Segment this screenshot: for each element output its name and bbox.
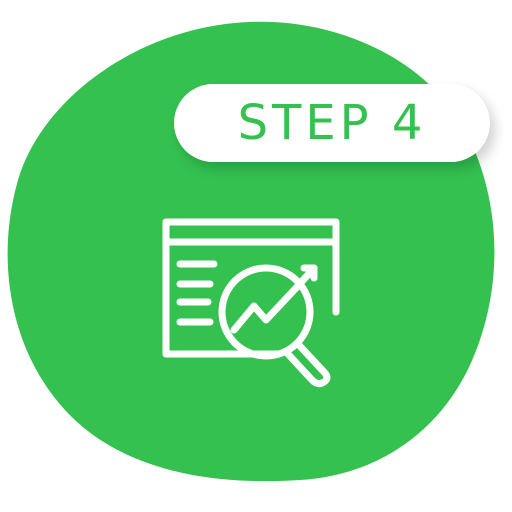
trend-line [230,284,300,334]
analytics-magnifier-icon [158,212,348,402]
step-label: STEP 4 [237,95,427,151]
step-badge: STEP 4 [174,84,490,162]
step-card: STEP 4 [0,0,512,512]
